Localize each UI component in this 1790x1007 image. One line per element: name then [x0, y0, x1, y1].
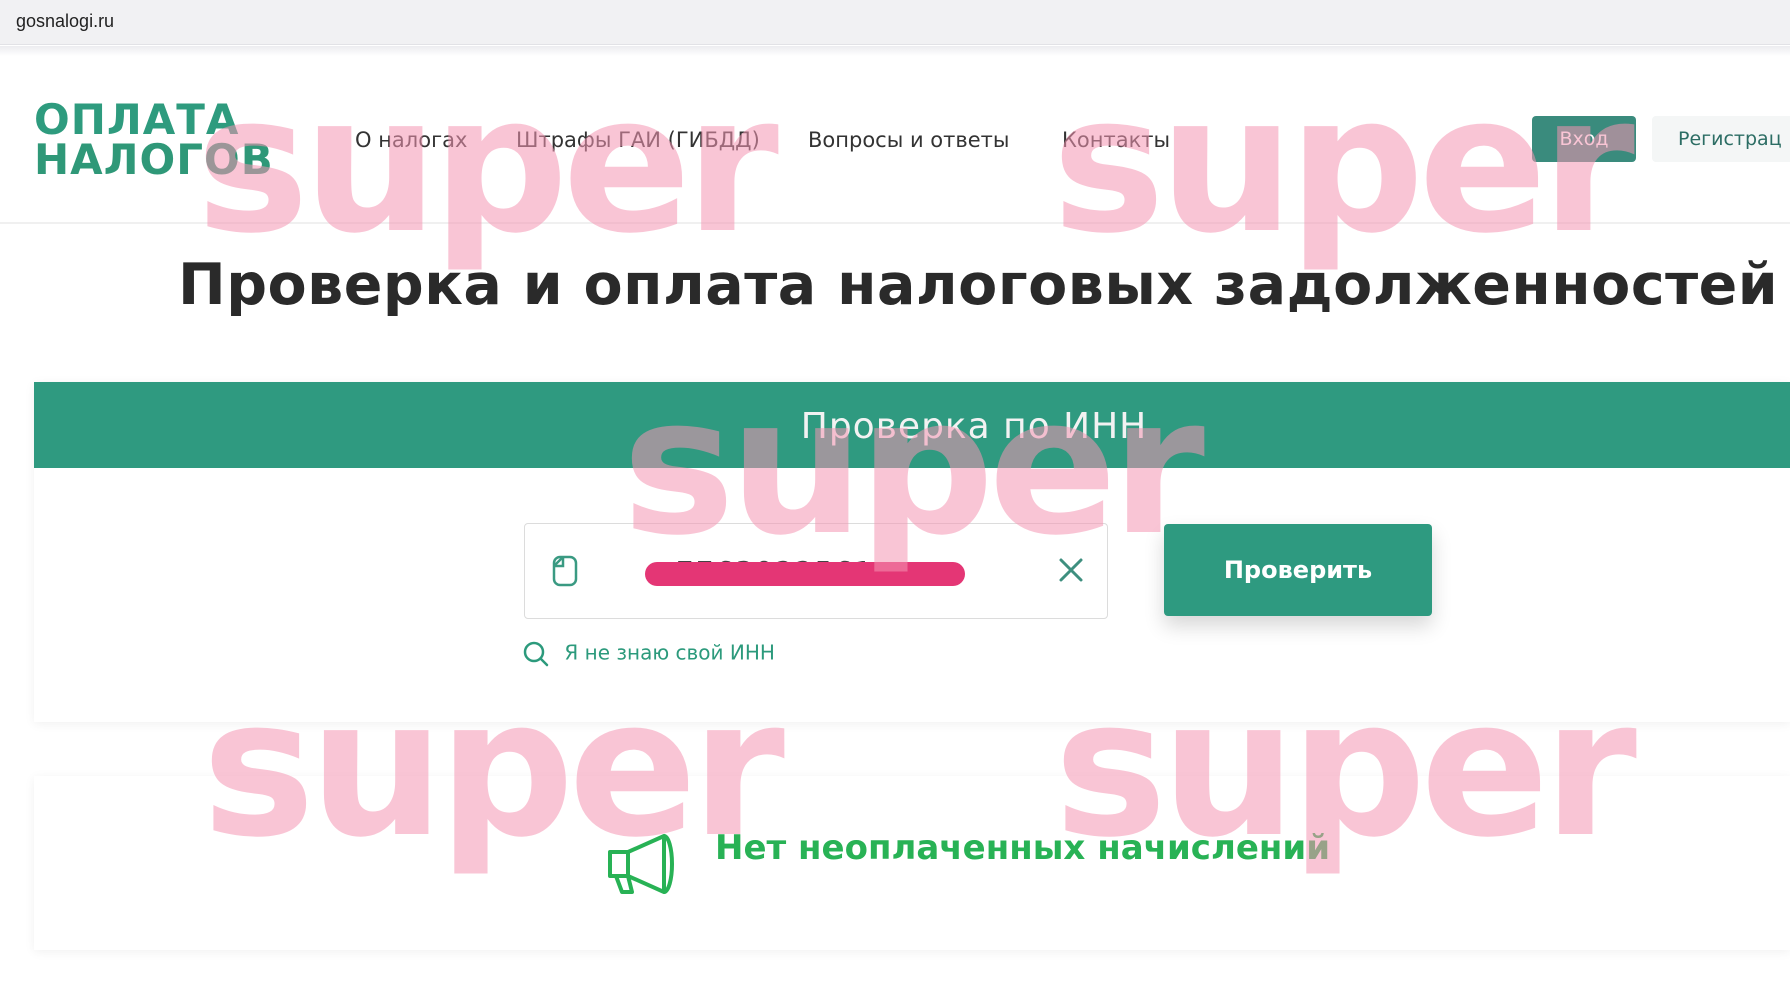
nav-about-taxes[interactable]: О налогах: [355, 128, 467, 152]
page-title: Проверка и оплата налоговых задолженност…: [178, 252, 1779, 318]
inn-input-field[interactable]: 7763022561: [524, 523, 1108, 619]
logo-line-1: ОПЛАТА: [34, 95, 240, 144]
dont-know-inn-link[interactable]: Я не знаю свой ИНН: [522, 640, 775, 668]
clear-icon[interactable]: [1055, 554, 1087, 586]
site-logo[interactable]: ОПЛАТА НАЛОГОВ: [34, 95, 274, 184]
megaphone-icon: [602, 832, 686, 902]
nav-faq[interactable]: Вопросы и ответы: [808, 128, 1009, 152]
inn-check-title: Проверка по ИНН: [800, 406, 1148, 447]
toolbar-divider: [0, 46, 1790, 56]
inn-check-card: Проверка по ИНН 7763022561 Проверить Я н…: [34, 382, 1790, 722]
logo-line-2: НАЛОГОВ: [34, 135, 274, 184]
nav-contacts[interactable]: Контакты: [1062, 128, 1170, 152]
nav-traffic-fines[interactable]: Штрафы ГАИ (ГИБДД): [516, 128, 760, 152]
site-header: ОПЛАТА НАЛОГОВ О налогах Штрафы ГАИ (ГИБ…: [0, 56, 1790, 224]
url-text: gosnalogi.ru: [16, 11, 115, 31]
search-icon: [522, 641, 564, 667]
register-button[interactable]: Регистрац: [1652, 116, 1790, 162]
document-icon: [551, 554, 579, 592]
browser-address-bar[interactable]: gosnalogi.ru: [0, 0, 1790, 45]
inn-check-header: Проверка по ИНН: [34, 382, 1790, 468]
no-debt-message: Нет неоплаченных начислений: [715, 828, 1331, 868]
check-button[interactable]: Проверить: [1164, 524, 1432, 616]
login-button[interactable]: Вход: [1532, 116, 1636, 162]
dont-know-inn-label: Я не знаю свой ИНН: [564, 640, 775, 665]
result-card: Нет неоплаченных начислений: [34, 776, 1790, 950]
redaction-mark: [645, 562, 965, 586]
